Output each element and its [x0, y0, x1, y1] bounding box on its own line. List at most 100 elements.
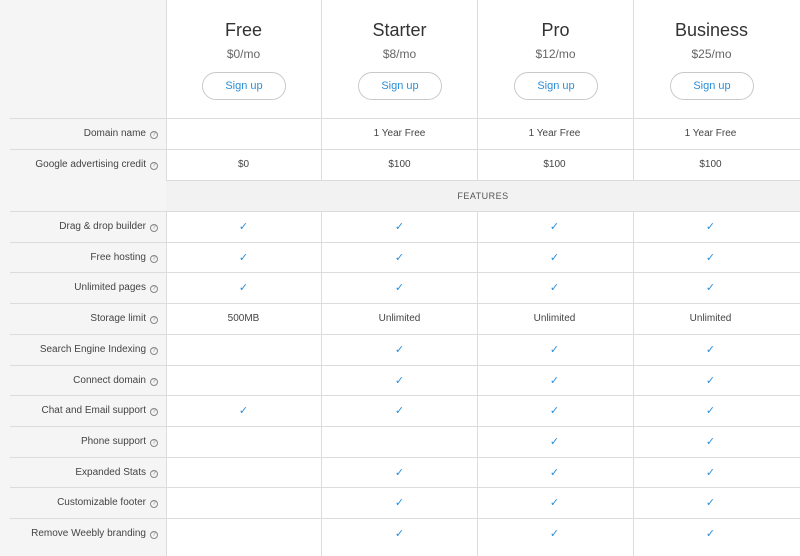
plan-price: $25/mo	[691, 47, 732, 61]
row-label: Google advertising credit?	[10, 150, 158, 180]
table-row: Free hosting? ✓ ✓ ✓ ✓	[10, 241, 800, 273]
row-label-text: Drag & drop builder	[59, 221, 146, 232]
checkmark-icon: ✓	[322, 335, 477, 365]
checkmark-icon: ✓	[166, 396, 321, 426]
help-icon[interactable]: ?	[150, 316, 158, 325]
table-cell: $0	[237, 159, 250, 170]
table-cell	[166, 519, 321, 549]
table-cell: Unlimited	[533, 313, 576, 325]
row-label: Storage limit?	[10, 304, 158, 334]
checkmark-icon: ✓	[549, 405, 560, 418]
checkmark-icon: ✓	[549, 221, 560, 233]
row-label: Chat and Email support?	[10, 396, 158, 426]
row-label-text: Remove Weebly branding	[31, 528, 146, 539]
checkmark-icon: ✓	[705, 528, 716, 540]
help-icon[interactable]: ?	[150, 500, 158, 509]
checkmark-icon: ✓	[477, 273, 632, 303]
checkmark-icon: ✓	[477, 519, 632, 549]
row-label-text: Connect domain	[73, 374, 146, 386]
checkmark-icon: ✓	[477, 458, 632, 488]
help-icon[interactable]: ?	[150, 377, 158, 386]
checkmark-icon: ✓	[322, 243, 477, 273]
plan-name: Starter	[372, 20, 427, 40]
checkmark-icon: ✓	[322, 396, 477, 426]
help-icon[interactable]: ?	[150, 285, 158, 294]
checkmark-icon: ✓	[394, 466, 405, 479]
help-icon[interactable]: ?	[150, 346, 158, 355]
pricing-table: Free $0/mo Sign up Starter $8/mo Sign up…	[0, 0, 800, 556]
checkmark-icon: ✓	[705, 497, 716, 510]
help-icon[interactable]: ?	[150, 438, 158, 447]
checkmark-icon: ✓	[166, 212, 321, 242]
table-cell	[166, 427, 321, 457]
row-label-text: Customizable footer	[57, 497, 146, 509]
row-label: Search Engine Indexing?	[10, 335, 158, 365]
signup-button-business[interactable]: Sign up	[670, 72, 754, 100]
table-cell: 1 Year Free	[373, 128, 426, 139]
checkmark-icon: ✓	[633, 488, 788, 518]
checkmark-icon: ✓	[477, 396, 632, 426]
checkmark-icon: ✓	[633, 366, 788, 396]
table-cell: 500MB	[227, 313, 260, 325]
checkmark-icon: ✓	[394, 497, 405, 510]
row-label: Customizable footer?	[10, 488, 158, 518]
checkmark-icon: ✓	[322, 273, 477, 303]
checkmark-icon: ✓	[394, 528, 405, 540]
checkmark-icon: ✓	[238, 221, 249, 233]
help-icon[interactable]: ?	[150, 131, 158, 139]
plan-price: $8/mo	[382, 47, 417, 61]
checkmark-icon: ✓	[633, 335, 788, 365]
table-cell: $100	[699, 159, 722, 170]
help-icon[interactable]: ?	[150, 531, 158, 539]
table-row: Google advertising credit? $0 $100 $100 $100	[10, 149, 800, 180]
help-icon[interactable]: ?	[150, 254, 158, 263]
checkmark-icon: ✓	[705, 435, 716, 448]
checkmark-icon: ✓	[394, 374, 405, 387]
signup-button-pro[interactable]: Sign up	[514, 72, 598, 100]
row-label-text: Unlimited pages	[74, 282, 146, 294]
help-icon[interactable]: ?	[150, 469, 158, 478]
checkmark-icon: ✓	[633, 427, 788, 457]
checkmark-icon: ✓	[394, 343, 405, 356]
checkmark-icon: ✓	[633, 519, 788, 549]
checkmark-icon: ✓	[322, 519, 477, 549]
table-cell: Unlimited	[378, 313, 421, 325]
checkmark-icon: ✓	[477, 488, 632, 518]
checkmark-icon: ✓	[394, 221, 405, 233]
row-label-text: Free hosting	[90, 251, 146, 263]
checkmark-icon: ✓	[322, 458, 477, 488]
row-label: Expanded Stats?	[10, 458, 158, 488]
checkmark-icon: ✓	[705, 251, 716, 264]
checkmark-icon: ✓	[238, 282, 249, 295]
row-label: Drag & drop builder?	[10, 212, 158, 242]
row-label: Remove Weebly branding?	[10, 519, 158, 549]
checkmark-icon: ✓	[549, 528, 560, 540]
signup-button-free[interactable]: Sign up	[202, 72, 286, 100]
checkmark-icon: ✓	[238, 405, 249, 418]
checkmark-icon: ✓	[477, 427, 632, 457]
checkmark-icon: ✓	[477, 366, 632, 396]
checkmark-icon: ✓	[394, 251, 405, 264]
checkmark-icon: ✓	[705, 374, 716, 387]
help-icon[interactable]: ?	[150, 162, 158, 170]
checkmark-icon: ✓	[705, 466, 716, 479]
checkmark-icon: ✓	[705, 343, 716, 356]
help-icon[interactable]: ?	[150, 224, 158, 232]
checkmark-icon: ✓	[633, 396, 788, 426]
checkmark-icon: ✓	[549, 435, 560, 448]
plan-header-free: Free $0/mo Sign up	[166, 0, 321, 118]
row-label-text: Search Engine Indexing	[39, 343, 146, 355]
table-cell	[322, 427, 477, 457]
row-label-text: Storage limit	[90, 313, 146, 325]
row-label-text: Phone support	[80, 435, 146, 447]
checkmark-icon: ✓	[477, 212, 632, 242]
signup-button-starter[interactable]: Sign up	[358, 72, 442, 100]
table-row: Drag & drop builder? ✓ ✓ ✓ ✓	[10, 211, 800, 242]
row-label-text: Expanded Stats	[75, 466, 146, 478]
row-label-text: Domain name	[83, 128, 146, 139]
help-icon[interactable]: ?	[150, 408, 158, 417]
table-cell: 1 Year Free	[528, 128, 581, 139]
checkmark-icon: ✓	[166, 243, 321, 273]
table-row: Phone support? ✓ ✓	[10, 425, 800, 457]
table-row: Expanded Stats? ✓ ✓ ✓	[10, 456, 800, 488]
